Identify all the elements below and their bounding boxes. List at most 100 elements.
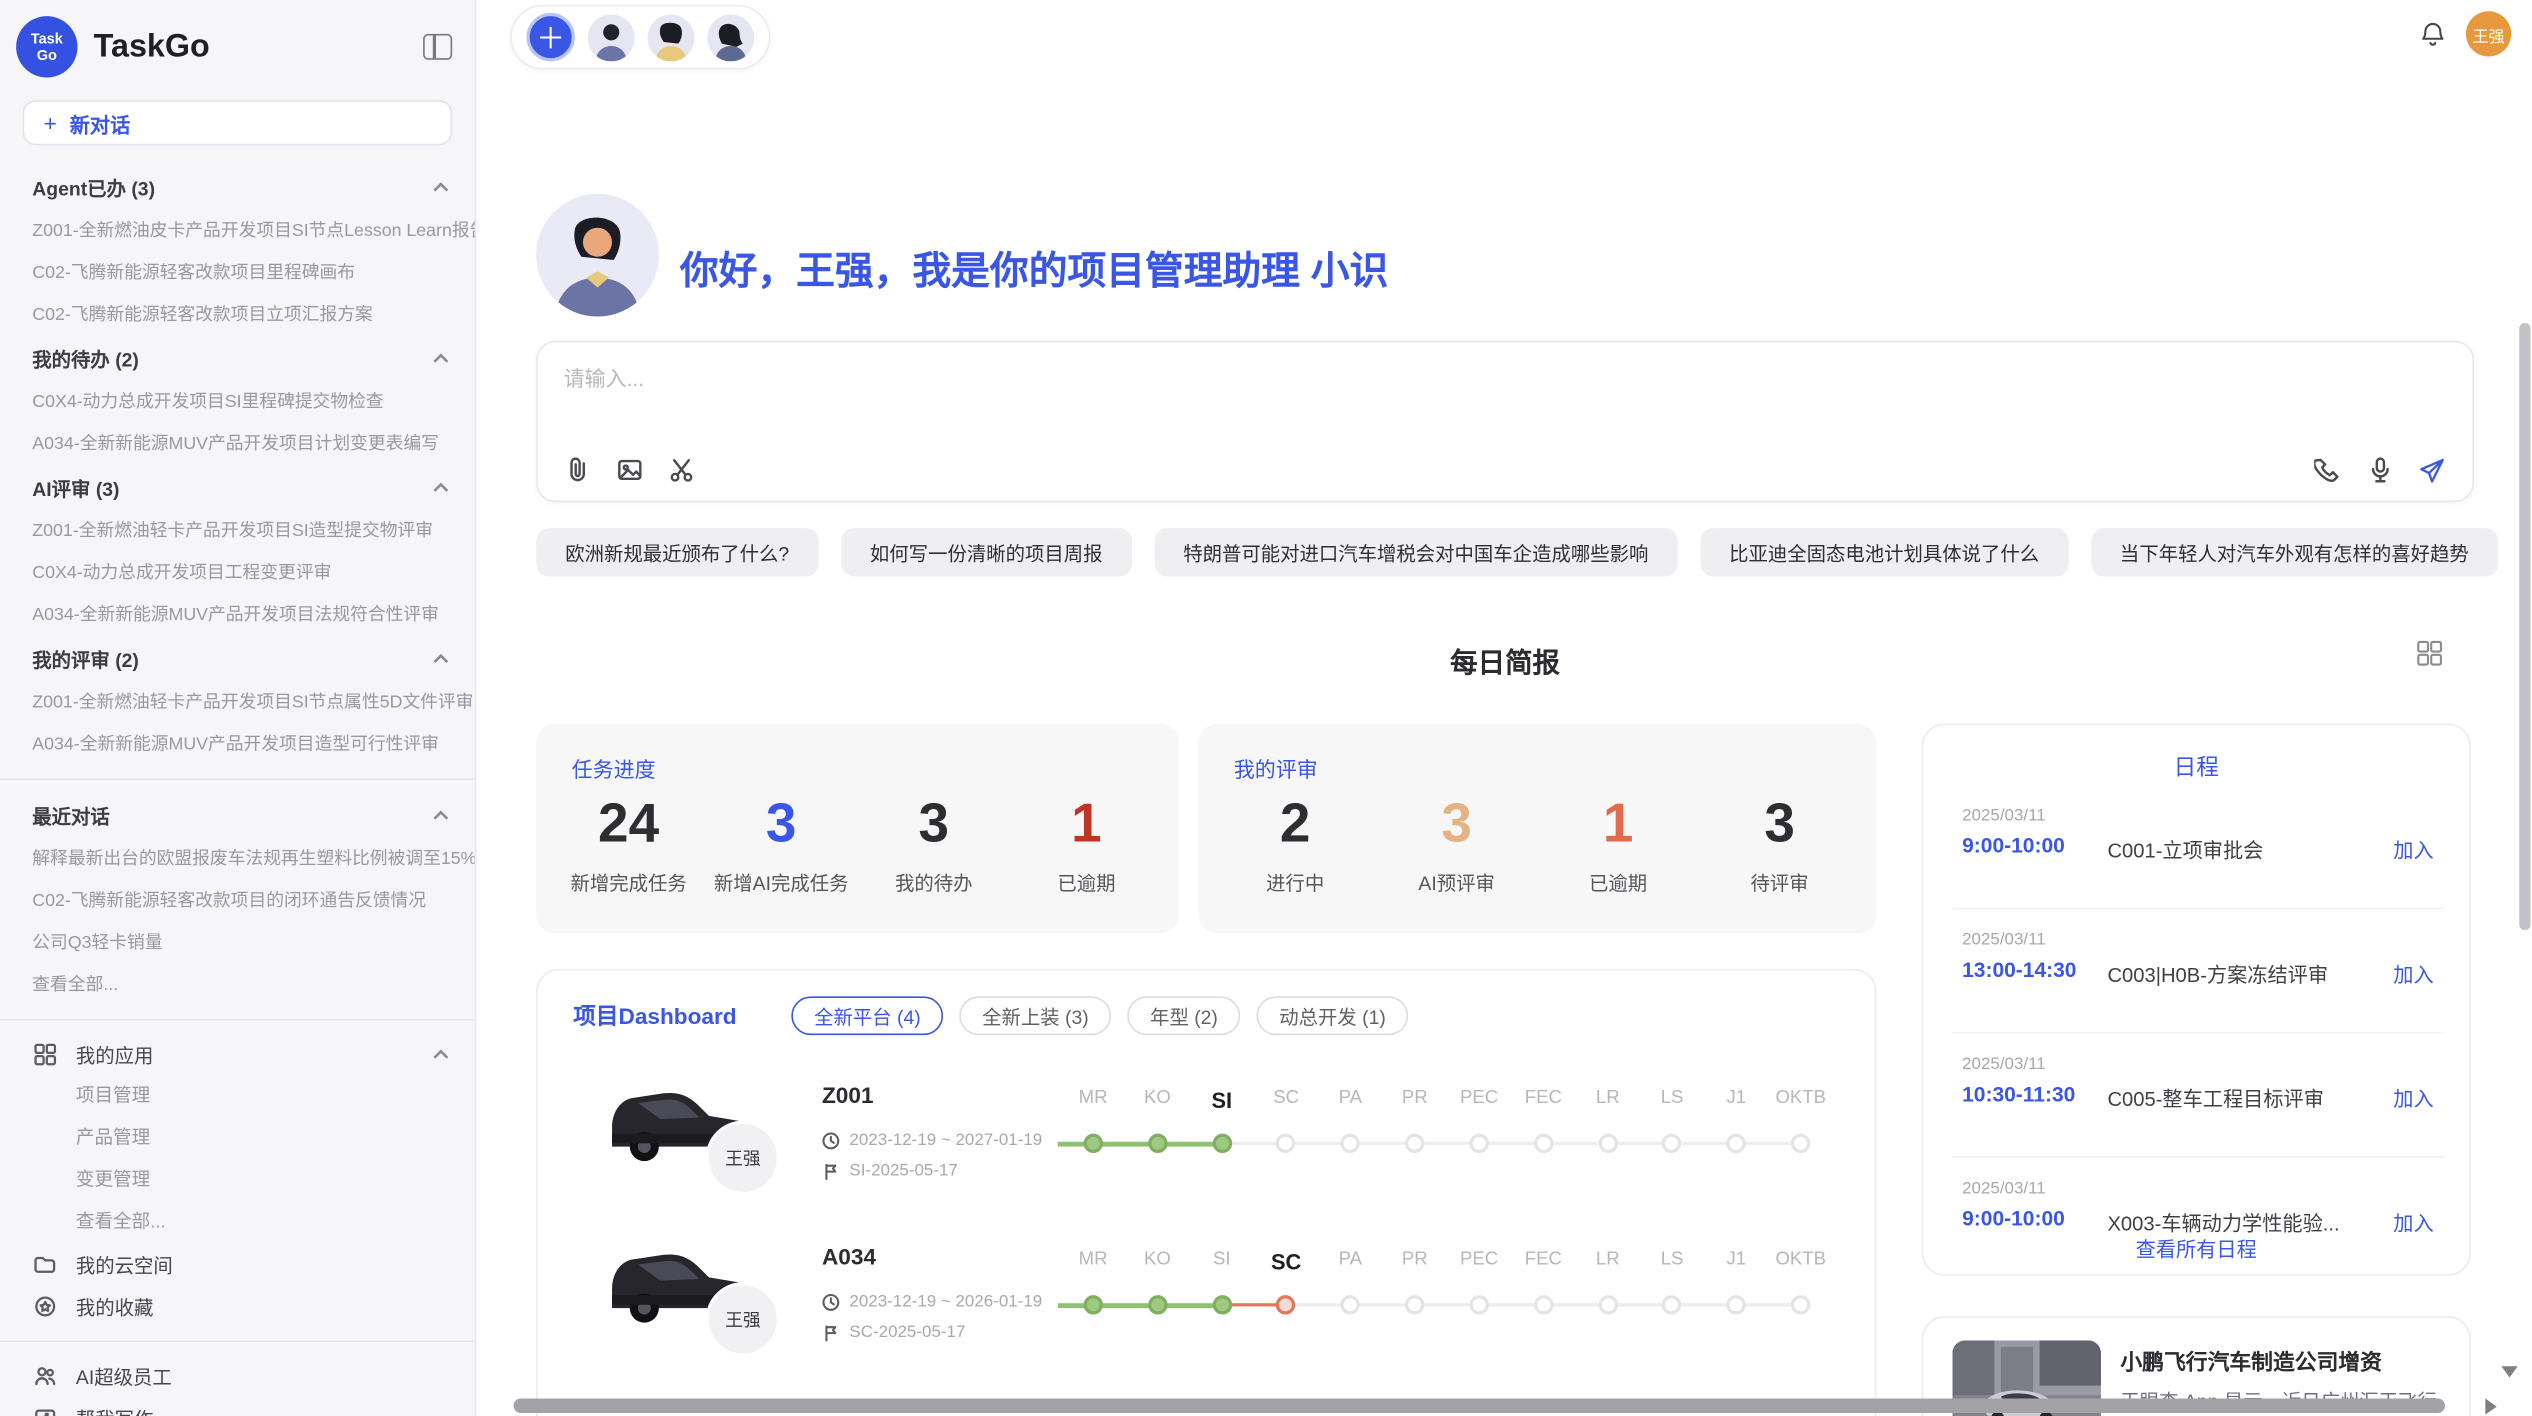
section-recent-chats[interactable]: 最近对话 bbox=[0, 793, 475, 838]
agent-avatar[interactable] bbox=[707, 14, 754, 61]
project-dashboard-card: 项目Dashboard 全新平台 (4) 全新上装 (3) 年型 (2) 动总开… bbox=[536, 969, 1876, 1416]
chevron-up-icon[interactable] bbox=[433, 182, 449, 192]
section-ai-review[interactable]: AI评审 (3) bbox=[0, 465, 475, 510]
chevron-up-icon[interactable] bbox=[433, 483, 449, 493]
milestone-dot[interactable] bbox=[1662, 1134, 1681, 1153]
chevron-up-icon[interactable] bbox=[433, 811, 449, 821]
chat-input[interactable] bbox=[564, 362, 2437, 446]
view-all-schedule-link[interactable]: 查看所有日程 bbox=[1923, 1232, 2469, 1263]
sidebar-item-favorites[interactable]: 我的收藏 bbox=[0, 1285, 475, 1327]
milestone-dot[interactable] bbox=[1212, 1134, 1231, 1153]
tab-year-model[interactable]: 年型 (2) bbox=[1127, 996, 1240, 1035]
conversation-item[interactable]: C02-飞腾新能源轻客改款项目的闭环通告反馈情况 bbox=[0, 880, 475, 922]
tab-new-platform[interactable]: 全新平台 (4) bbox=[792, 996, 944, 1035]
flag-icon bbox=[822, 1162, 840, 1180]
milestone-dot[interactable] bbox=[1341, 1295, 1360, 1314]
conversation-item[interactable]: C02-飞腾新能源轻客改款项目立项汇报方案 bbox=[0, 294, 475, 336]
conversation-item[interactable]: Z001-全新燃油皮卡产品开发项目SI节点Lesson Learn报告 bbox=[0, 210, 475, 252]
sidebar-item-project-mgmt[interactable]: 项目管理 bbox=[0, 1076, 475, 1118]
conversation-item[interactable]: C0X4-动力总成开发项目SI里程碑提交物检查 bbox=[0, 381, 475, 423]
conversation-item[interactable]: 解释最新出台的欧盟报废车法规再生塑料比例被调至15%... bbox=[0, 838, 475, 880]
milestone-dot[interactable] bbox=[1534, 1134, 1553, 1153]
milestone-dot[interactable] bbox=[1727, 1295, 1746, 1314]
event-date: 2025/03/11 bbox=[1962, 930, 2046, 949]
microphone-icon[interactable] bbox=[2366, 455, 2395, 484]
view-all-apps[interactable]: 查看全部... bbox=[0, 1201, 475, 1243]
conversation-item[interactable]: C02-飞腾新能源轻客改款项目里程碑画布 bbox=[0, 252, 475, 294]
milestone-dot[interactable] bbox=[1791, 1295, 1810, 1314]
milestone-dot[interactable] bbox=[1727, 1134, 1746, 1153]
suggestion-chip[interactable]: 特朗普可能对进口汽车增税会对中国车企造成哪些影响 bbox=[1154, 528, 1677, 576]
milestone-dot[interactable] bbox=[1341, 1134, 1360, 1153]
sidebar-item-product-mgmt[interactable]: 产品管理 bbox=[0, 1118, 475, 1160]
tab-new-body[interactable]: 全新上装 (3) bbox=[959, 996, 1111, 1035]
milestone-dot[interactable] bbox=[1662, 1295, 1681, 1314]
collapse-sidebar-icon[interactable] bbox=[423, 34, 452, 60]
sidebar-item-help-write[interactable]: 帮我写作 bbox=[0, 1397, 475, 1416]
milestone-dot[interactable] bbox=[1212, 1295, 1231, 1314]
sidebar-item-cloud-space[interactable]: 我的云空间 bbox=[0, 1243, 475, 1285]
image-icon[interactable] bbox=[615, 455, 644, 484]
conversation-item[interactable]: A034-全新新能源MUV产品开发项目造型可行性评审 bbox=[0, 723, 475, 765]
scroll-right-arrow[interactable] bbox=[2485, 1399, 2496, 1415]
milestone-dot[interactable] bbox=[1405, 1295, 1424, 1314]
milestone-dot[interactable] bbox=[1083, 1295, 1102, 1314]
tab-powertrain[interactable]: 动总开发 (1) bbox=[1257, 996, 1409, 1035]
suggestion-chip[interactable]: 当下年轻人对汽车外观有怎样的喜好趋势 bbox=[2091, 528, 2498, 576]
scroll-down-arrow[interactable] bbox=[2501, 1366, 2517, 1377]
milestone-dot[interactable] bbox=[1534, 1295, 1553, 1314]
plus-icon: + bbox=[44, 110, 57, 136]
milestone-dot[interactable] bbox=[1469, 1134, 1488, 1153]
project-row[interactable]: 王强 Z001 2023-12-19 ~ 2027-01-19 SI-2025-… bbox=[538, 1059, 1875, 1220]
vertical-scrollbar-thumb[interactable] bbox=[2519, 323, 2530, 930]
suggestion-chip[interactable]: 欧洲新规最近颁布了什么? bbox=[536, 528, 818, 576]
join-link[interactable]: 加入 bbox=[2393, 833, 2433, 864]
conversation-item[interactable]: C0X4-动力总成开发项目工程变更评审 bbox=[0, 552, 475, 594]
milestone-dot[interactable] bbox=[1405, 1134, 1424, 1153]
milestone-dot[interactable] bbox=[1791, 1134, 1810, 1153]
agent-avatar[interactable] bbox=[588, 14, 635, 61]
conversation-item[interactable]: A034-全新新能源MUV产品开发项目法规符合性评审 bbox=[0, 594, 475, 636]
chevron-up-icon[interactable] bbox=[433, 1050, 449, 1060]
stat-label: 已逾期 bbox=[1010, 869, 1163, 896]
conversation-item[interactable]: A034-全新新能源MUV产品开发项目计划变更表编写 bbox=[0, 423, 475, 465]
conversation-item[interactable]: 公司Q3轻卡销量 bbox=[0, 922, 475, 964]
milestone-dot[interactable] bbox=[1598, 1134, 1617, 1153]
phone-call-icon[interactable] bbox=[2314, 455, 2343, 484]
send-icon[interactable] bbox=[2418, 455, 2447, 484]
suggestion-chip[interactable]: 比亚迪全固态电池计划具体说了什么 bbox=[1700, 528, 2068, 576]
attachment-icon[interactable] bbox=[564, 455, 593, 484]
view-all-conversations[interactable]: 查看全部... bbox=[0, 964, 475, 1006]
milestone-dot[interactable] bbox=[1276, 1295, 1295, 1314]
milestone-dot[interactable] bbox=[1148, 1134, 1167, 1153]
section-agent-done[interactable]: Agent已办 (3) bbox=[0, 165, 475, 210]
add-agent-button[interactable]: ＋ bbox=[526, 13, 574, 61]
suggestion-chip[interactable]: 如何写一份清晰的项目周报 bbox=[841, 528, 1132, 576]
new-chat-button[interactable]: + 新对话 bbox=[23, 100, 453, 145]
milestone-label: LR bbox=[1576, 1250, 1640, 1269]
user-avatar[interactable]: 王强 bbox=[2466, 11, 2511, 56]
project-row[interactable]: 王强 A034 2023-12-19 ~ 2026-01-19 SC-2025-… bbox=[538, 1221, 1875, 1382]
stat-value: 2 bbox=[1214, 791, 1375, 856]
chevron-up-icon[interactable] bbox=[433, 654, 449, 664]
join-link[interactable]: 加入 bbox=[2393, 958, 2433, 989]
conversation-item[interactable]: Z001-全新燃油轻卡产品开发项目SI节点属性5D文件评审 bbox=[0, 681, 475, 723]
section-my-todo[interactable]: 我的待办 (2) bbox=[0, 336, 475, 381]
milestone-dot[interactable] bbox=[1276, 1134, 1295, 1153]
sidebar-item-my-apps[interactable]: 我的应用 bbox=[0, 1034, 475, 1076]
milestone-dot[interactable] bbox=[1148, 1295, 1167, 1314]
scissors-icon[interactable] bbox=[667, 455, 696, 484]
agent-avatar[interactable] bbox=[648, 14, 695, 61]
milestone-dot[interactable] bbox=[1469, 1295, 1488, 1314]
sidebar-item-ai-staff[interactable]: AI超级员工 bbox=[0, 1355, 475, 1397]
layout-grid-icon[interactable] bbox=[2416, 640, 2443, 667]
section-my-review[interactable]: 我的评审 (2) bbox=[0, 636, 475, 681]
conversation-item[interactable]: Z001-全新燃油轻卡产品开发项目SI造型提交物评审 bbox=[0, 510, 475, 552]
milestone-dot[interactable] bbox=[1083, 1134, 1102, 1153]
milestone-dot[interactable] bbox=[1598, 1295, 1617, 1314]
join-link[interactable]: 加入 bbox=[2393, 1082, 2433, 1113]
sidebar-item-change-mgmt[interactable]: 变更管理 bbox=[0, 1159, 475, 1201]
horizontal-scrollbar-thumb[interactable] bbox=[514, 1399, 2445, 1414]
notification-bell-icon[interactable] bbox=[2419, 21, 2446, 48]
chevron-up-icon[interactable] bbox=[433, 354, 449, 364]
